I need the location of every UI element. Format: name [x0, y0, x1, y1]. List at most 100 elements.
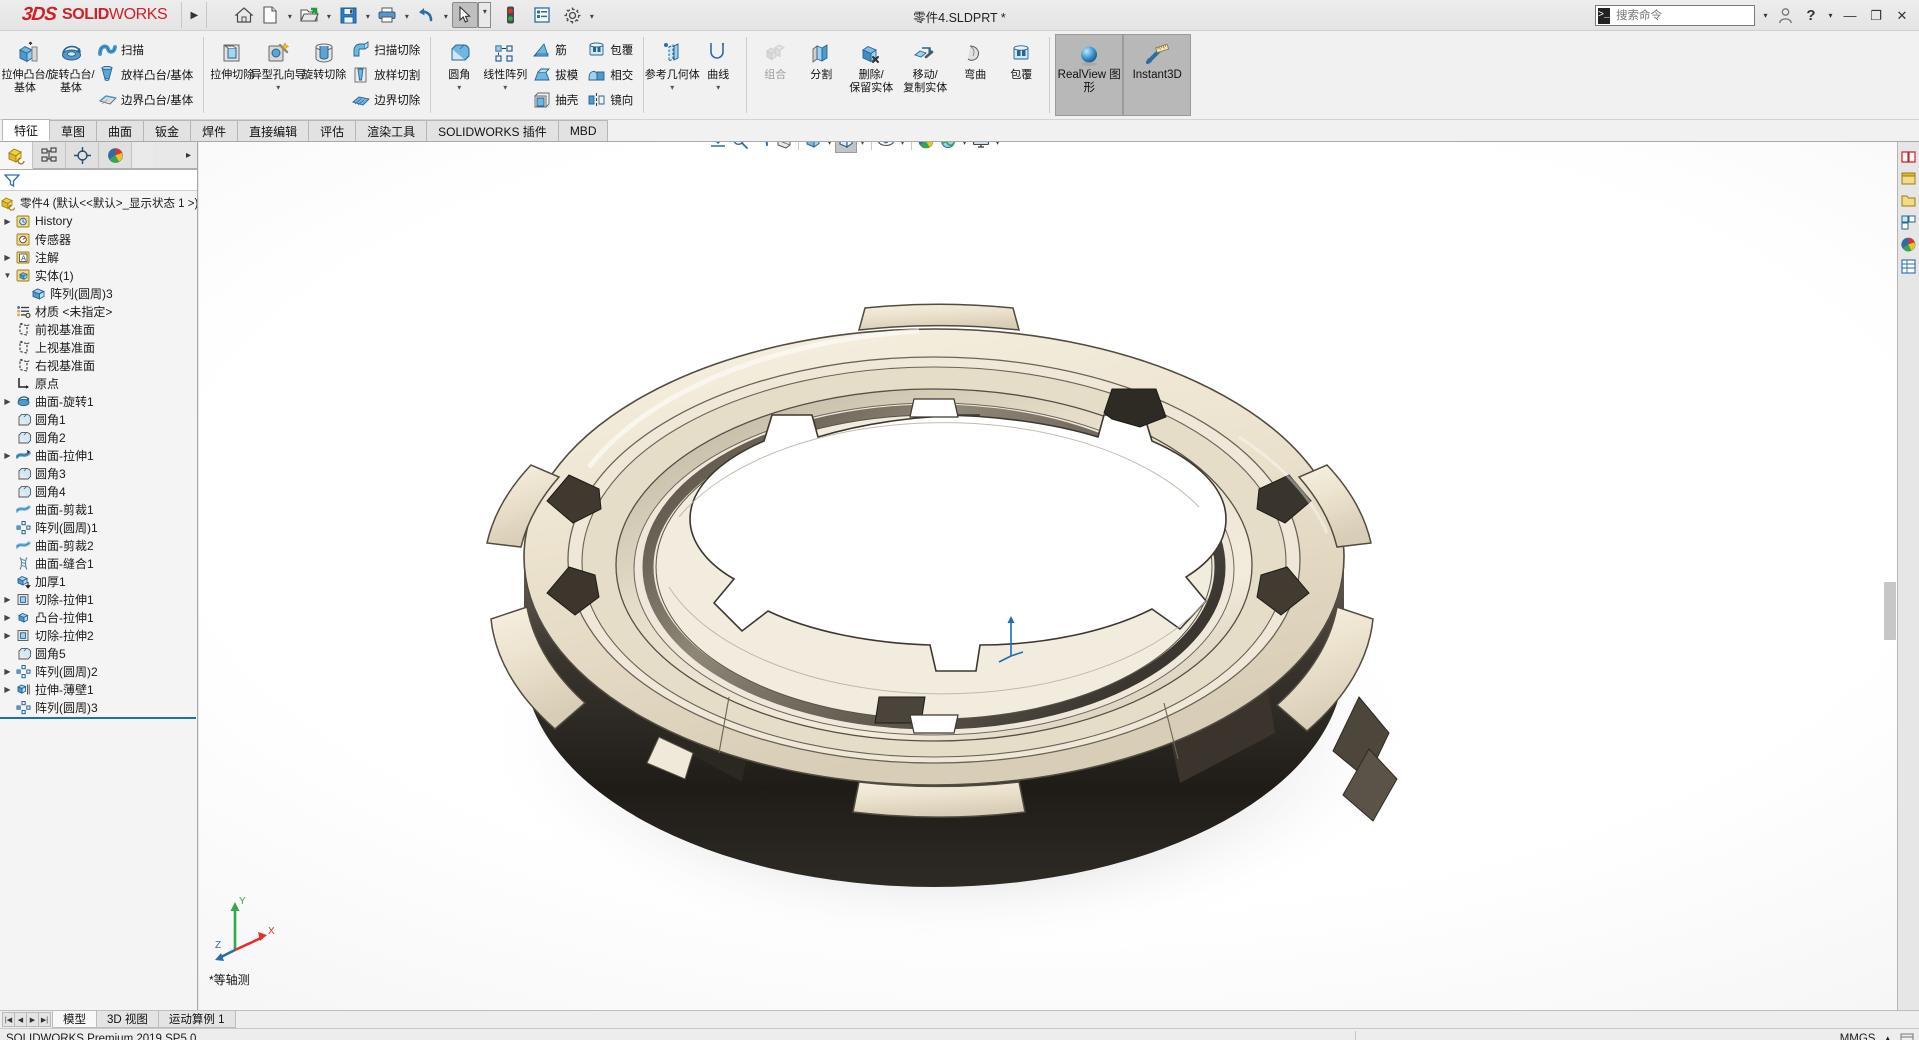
close-button[interactable]: ✕ [1889, 3, 1915, 28]
display-manager-tab[interactable] [99, 142, 132, 169]
file-properties-icon[interactable] [529, 2, 555, 28]
revolve-cut-button[interactable]: 旋转切除 [301, 32, 347, 118]
view-palette-icon[interactable] [1899, 212, 1919, 233]
tab-weldments[interactable]: 焊件 [190, 120, 239, 141]
intersect-button[interactable]: 相交 [583, 63, 638, 88]
feature-tree-root[interactable]: 零件4 (默认<<默认>_显示状态 1 >) [0, 194, 197, 212]
instant3d-button[interactable]: Instant3D [1123, 34, 1192, 116]
extrude-cut-button[interactable]: 拉伸切除 [209, 32, 255, 118]
units-dropdown-icon[interactable]: ▴ [1885, 1033, 1890, 1040]
tab-sheetmetal[interactable]: 钣金 [143, 120, 192, 141]
move-copy-body-button[interactable]: 移动/复制实体 [898, 32, 952, 118]
search-input[interactable] [1614, 8, 1773, 23]
vertical-scrollbar-thumb[interactable] [1884, 582, 1896, 640]
linear-pattern-button[interactable]: 线性阵列 ▾ [482, 32, 528, 118]
undo-dropdown-icon[interactable]: ▾ [439, 2, 452, 28]
feature-tree-item[interactable]: 上视基准面 [0, 338, 197, 356]
tree-expander-icon[interactable]: ▶ [1, 631, 14, 640]
feature-tree-item[interactable]: 圆角2 [0, 428, 197, 446]
tab-render-tools[interactable]: 渲染工具 [355, 120, 428, 141]
hole-wizard-dropdown-icon[interactable]: ▾ [276, 83, 280, 92]
custom-properties-icon[interactable] [1899, 256, 1919, 277]
3d-model-render[interactable] [199, 142, 1919, 1010]
mirror-button[interactable]: 镜向 [583, 88, 638, 113]
shell-button[interactable]: 抽壳 [528, 88, 583, 113]
swept-cut-button[interactable]: 扫描切除 [347, 38, 425, 63]
minimize-button[interactable]: — [1837, 3, 1863, 28]
tree-expander-icon[interactable]: ▶ [1, 613, 14, 622]
expand-menu-arrow-icon[interactable]: ▶ [186, 0, 202, 31]
lofted-cut-button[interactable]: 放样切割 [347, 63, 425, 88]
bottom-tab-model[interactable]: 模型 [52, 1011, 97, 1028]
feature-manager-tab[interactable] [0, 142, 33, 169]
tree-expander-icon[interactable]: ▶ [1, 685, 14, 694]
tree-expander-icon[interactable]: ▶ [1, 217, 14, 226]
reference-geometry-dropdown-icon[interactable]: ▾ [670, 83, 674, 92]
options-dropdown-icon[interactable]: ▾ [585, 2, 598, 28]
tree-expander-icon[interactable]: ▶ [1, 595, 14, 604]
undo-icon[interactable] [413, 2, 439, 28]
feature-tree-item[interactable]: ▶ 凸台-拉伸1 [0, 608, 197, 626]
feature-tree-item[interactable]: ▼ 实体(1) [0, 266, 197, 284]
user-account-icon[interactable] [1772, 3, 1798, 28]
panel-expand-icon[interactable]: ▸ [186, 150, 191, 161]
bottom-tab-motion-study[interactable]: 运动算例 1 [157, 1011, 236, 1028]
feature-tree-item[interactable]: ▶ 阵列(圆周)2 [0, 662, 197, 680]
print-icon[interactable] [374, 2, 400, 28]
feature-tree-item[interactable]: 阵列(圆周)1 [0, 518, 197, 536]
tab-mbd[interactable]: MBD [557, 120, 609, 141]
tree-expander-icon[interactable]: ▶ [1, 253, 14, 262]
feature-tree-item[interactable]: 加厚1 [0, 572, 197, 590]
feature-tree-item[interactable]: 圆角1 [0, 410, 197, 428]
feature-tree-item[interactable]: 圆角5 [0, 644, 197, 662]
feature-tree-item[interactable]: 曲面-缝合1 [0, 554, 197, 572]
home-icon[interactable] [231, 2, 257, 28]
feature-tree-item[interactable]: ▶ 拉伸-薄壁1 [0, 680, 197, 698]
feature-tree-item[interactable]: 原点 [0, 374, 197, 392]
loft-boss-button[interactable]: 放样凸台/基体 [94, 63, 198, 88]
feature-tree-item[interactable]: 圆角4 [0, 482, 197, 500]
curves-button[interactable]: 曲线 ▾ [695, 32, 741, 118]
print-dropdown-icon[interactable]: ▾ [400, 2, 413, 28]
tab-surfaces[interactable]: 曲面 [96, 120, 145, 141]
hole-wizard-button[interactable]: 异型孔向导 ▾ [251, 32, 306, 118]
linear-pattern-dropdown-icon[interactable]: ▾ [503, 83, 507, 92]
tab-sketch[interactable]: 草图 [49, 120, 98, 141]
select-dropdown-icon[interactable]: ▾ [478, 2, 492, 28]
combine-button[interactable]: 组合 [752, 32, 798, 118]
feature-tree-item[interactable]: 右视基准面 [0, 356, 197, 374]
options-icon[interactable] [559, 2, 585, 28]
fillet-dropdown-icon[interactable]: ▾ [457, 83, 461, 92]
feature-tree-item[interactable]: ▶ 切除-拉伸2 [0, 626, 197, 644]
split-button[interactable]: 分割 [798, 32, 844, 118]
feature-tree[interactable]: 零件4 (默认<<默认>_显示状态 1 >) ▶ History 传感器 ▶ A 注解 ▼ 实… [0, 191, 197, 1010]
feature-tree-item[interactable]: ▶ 曲面-旋转1 [0, 392, 197, 410]
feature-tree-item[interactable]: 前视基准面 [0, 320, 197, 338]
extrude-boss-button[interactable]: 拉伸凸台/基体 [1, 32, 49, 118]
open-icon[interactable] [296, 2, 322, 28]
feature-tree-item[interactable]: 材质 <未指定> [0, 302, 197, 320]
select-icon[interactable] [452, 2, 479, 28]
new-document-dropdown-icon[interactable]: ▾ [283, 2, 296, 28]
tab-features[interactable]: 特征 [2, 119, 51, 141]
tree-expander-icon[interactable]: ▶ [1, 397, 14, 406]
restore-button[interactable]: ❐ [1863, 3, 1889, 28]
boundary-cut-button[interactable]: 边界切除 [347, 88, 425, 113]
rib-button[interactable]: 筋 [528, 38, 583, 63]
draft-button[interactable]: 拔模 [528, 63, 583, 88]
property-manager-tab[interactable] [33, 142, 66, 169]
revolve-boss-button[interactable]: 旋转凸台/基体 [47, 32, 95, 118]
feature-tree-item[interactable]: 曲面-剪裁1 [0, 500, 197, 518]
feature-tree-item[interactable]: 阵列(圆周)3 [0, 698, 197, 716]
tree-expander-icon[interactable]: ▶ [1, 451, 14, 460]
flex-button[interactable]: 弯曲 [952, 32, 998, 118]
feature-tree-item[interactable]: 曲面-剪裁2 [0, 536, 197, 554]
bottom-tab-3dviews[interactable]: 3D 视图 [96, 1011, 159, 1028]
tree-expander-icon[interactable]: ▼ [1, 271, 14, 280]
help-button[interactable]: ? [1798, 3, 1824, 28]
open-dropdown-icon[interactable]: ▾ [322, 2, 335, 28]
tree-expander-icon[interactable]: ▶ [1, 667, 14, 676]
configuration-manager-tab[interactable] [66, 142, 99, 169]
rollback-bar[interactable] [0, 717, 196, 719]
feature-tree-item[interactable]: ▶ 曲面-拉伸1 [0, 446, 197, 464]
